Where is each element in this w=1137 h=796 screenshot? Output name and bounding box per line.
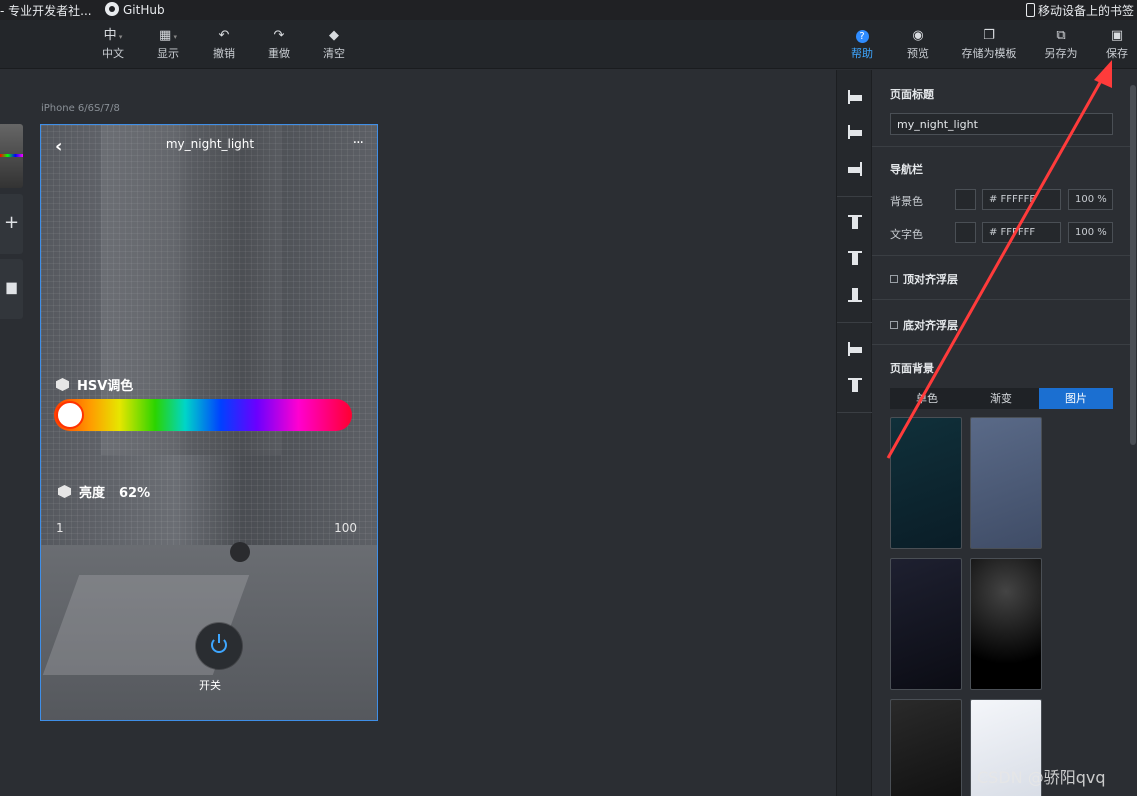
page-thumbnail[interactable] bbox=[0, 124, 23, 188]
language-glyph: 中 bbox=[103, 28, 117, 43]
power-switch-button[interactable] bbox=[196, 623, 242, 669]
left-tool-strip: + ▆ bbox=[0, 124, 23, 319]
alignment-toolbar bbox=[836, 70, 873, 796]
bookmark-dev-community[interactable]: - 专业开发者社... bbox=[0, 2, 92, 19]
align-center-horizontal-icon[interactable] bbox=[848, 125, 862, 139]
language-icon: 中 ▾ bbox=[103, 28, 123, 43]
annotation-arrow bbox=[886, 60, 1112, 459]
hsv-color-slider[interactable] bbox=[54, 399, 352, 431]
divider bbox=[837, 322, 873, 323]
github-icon bbox=[105, 2, 119, 16]
grid-icon: ▦ ▾ bbox=[158, 28, 178, 43]
language-label: 中文 bbox=[102, 47, 124, 60]
distribute-horizontal-icon[interactable] bbox=[848, 342, 862, 356]
help-icon: ? bbox=[842, 29, 882, 45]
hsv-slider-knob[interactable] bbox=[56, 401, 84, 429]
hsv-label-text: HSV调色 bbox=[77, 379, 134, 394]
divider bbox=[837, 412, 873, 413]
cube-icon bbox=[56, 378, 69, 391]
display-button[interactable]: ▦ ▾ 显示 bbox=[148, 29, 188, 61]
display-label: 显示 bbox=[157, 47, 179, 60]
clear-button[interactable]: ◆ 清空 bbox=[314, 29, 354, 61]
app-root: - 专业开发者社... GitHub 移动设备上的书签 中 ▾ 中文 ▦ ▾ 显示 … bbox=[0, 0, 1137, 796]
csdn-watermark: CSDN @骄阳qvq bbox=[977, 768, 1106, 787]
bg-thumb-black-texture[interactable] bbox=[890, 699, 962, 796]
phone-canvas[interactable]: ‹ my_night_light ··· HSV调色 亮度 62% 1 100 开… bbox=[40, 124, 378, 721]
align-middle-icon[interactable] bbox=[848, 251, 862, 265]
mobile-device-icon bbox=[1026, 3, 1035, 17]
bookmark-github[interactable]: GitHub bbox=[105, 2, 165, 17]
bg-thumb-dark-navy[interactable] bbox=[890, 558, 962, 690]
undo-label: 撤销 bbox=[213, 47, 235, 60]
align-top-icon[interactable] bbox=[848, 215, 862, 229]
panel-scrollbar[interactable] bbox=[1130, 85, 1136, 445]
cube-icon bbox=[58, 485, 71, 498]
align-bottom-icon[interactable] bbox=[848, 288, 862, 302]
save-as-icon: ⧉ bbox=[1056, 28, 1066, 43]
trash-icon: ▆ bbox=[6, 280, 17, 295]
arrow-head bbox=[1094, 60, 1112, 88]
slider-max: 100 bbox=[334, 521, 357, 535]
brightness-label-text: 亮度 bbox=[79, 486, 106, 501]
add-page-button[interactable]: + bbox=[0, 194, 23, 254]
language-button[interactable]: 中 ▾ 中文 bbox=[93, 29, 133, 61]
bookmarks-bar: - 专业开发者社... GitHub 移动设备上的书签 bbox=[0, 0, 1137, 20]
floppy-icon: ▣ bbox=[1110, 28, 1124, 43]
divider bbox=[837, 196, 873, 197]
page-title: my_night_light bbox=[165, 137, 255, 151]
brightness-value: 62% bbox=[119, 486, 151, 501]
bookmark-github-label: GitHub bbox=[123, 3, 165, 17]
bookmark-mobile[interactable]: 移动设备上的书签 bbox=[1026, 2, 1134, 19]
redo-icon: ↷ bbox=[273, 28, 285, 43]
device-label: iPhone 6/6S/7/8 bbox=[41, 103, 120, 114]
template-icon: ❐ bbox=[983, 28, 995, 43]
more-icon[interactable]: ··· bbox=[353, 135, 364, 151]
align-left-icon[interactable] bbox=[848, 90, 862, 104]
redo-button[interactable]: ↷ 重做 bbox=[259, 29, 299, 61]
align-right-icon[interactable] bbox=[848, 162, 862, 176]
help-button[interactable]: ? 帮助 bbox=[842, 29, 882, 61]
power-icon-line bbox=[218, 634, 220, 643]
undo-icon: ↶ bbox=[218, 28, 230, 43]
arrow-shaft bbox=[886, 71, 1108, 459]
distribute-vertical-icon[interactable] bbox=[848, 378, 862, 392]
bg-thumb-hexagon[interactable] bbox=[970, 558, 1042, 690]
bookmark-mobile-label: 移动设备上的书签 bbox=[1038, 4, 1135, 18]
help-label: 帮助 bbox=[851, 47, 873, 60]
switch-label: 开关 bbox=[199, 679, 221, 692]
eraser-icon: ◆ bbox=[329, 28, 339, 43]
clear-label: 清空 bbox=[323, 47, 345, 60]
delete-page-button[interactable]: ▆ bbox=[0, 259, 23, 319]
hsv-label: HSV调色 bbox=[56, 375, 133, 394]
redo-label: 重做 bbox=[268, 47, 290, 60]
plus-icon: + bbox=[3, 212, 20, 233]
undo-button[interactable]: ↶ 撤销 bbox=[204, 29, 244, 61]
brightness-label: 亮度 62% bbox=[58, 482, 150, 501]
eye-icon: ◉ bbox=[912, 28, 924, 43]
brightness-slider-handle[interactable] bbox=[230, 542, 250, 562]
slider-min: 1 bbox=[56, 521, 64, 535]
